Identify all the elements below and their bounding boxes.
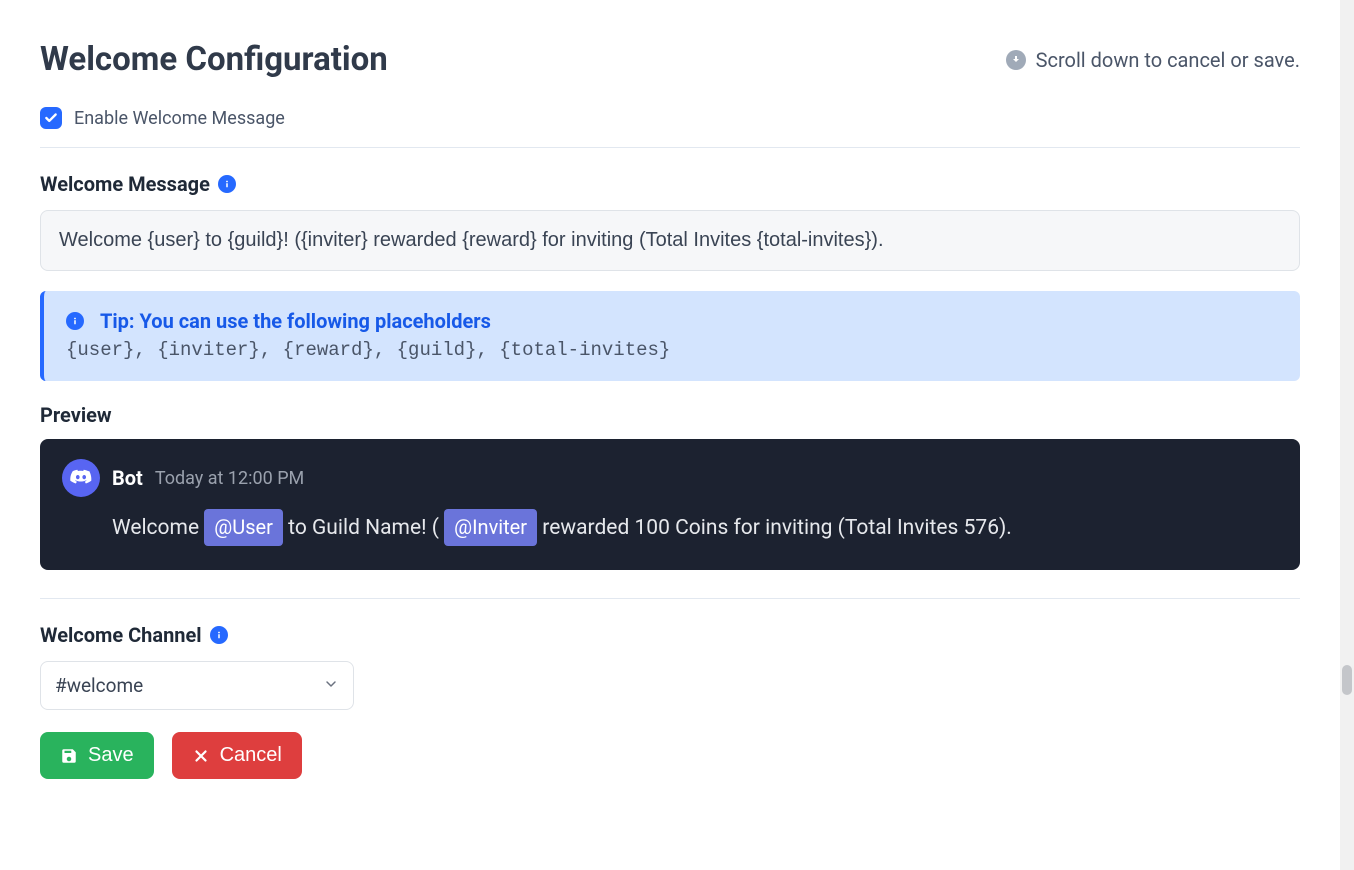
tip-box: Tip: You can use the following placehold… xyxy=(40,291,1300,381)
save-button-label: Save xyxy=(88,744,134,767)
scrollbar-thumb[interactable] xyxy=(1342,665,1352,695)
select-value: #welcome xyxy=(55,674,143,697)
scrollbar[interactable] xyxy=(1340,0,1354,870)
preview-label: Preview xyxy=(40,403,1300,427)
preview-box: Bot Today at 12:00 PM Welcome @User to G… xyxy=(40,439,1300,570)
info-icon[interactable] xyxy=(210,626,228,644)
save-button[interactable]: Save xyxy=(40,732,154,779)
preview-message: Welcome @User to Guild Name! ( @Inviter … xyxy=(62,509,1278,546)
scroll-hint-text: Scroll down to cancel or save. xyxy=(1036,48,1300,72)
chevron-down-icon xyxy=(323,674,339,697)
tip-body: {user}, {inviter}, {reward}, {guild}, {t… xyxy=(66,339,1278,361)
bot-timestamp: Today at 12:00 PM xyxy=(155,468,304,489)
tip-title: Tip: You can use the following placehold… xyxy=(100,309,491,333)
preview-text: Welcome xyxy=(112,516,204,540)
welcome-message-label: Welcome Message xyxy=(40,172,210,196)
preview-text: to Guild Name! ( xyxy=(288,516,444,540)
divider xyxy=(40,598,1300,599)
page-title: Welcome Configuration xyxy=(40,40,388,79)
scroll-hint: Scroll down to cancel or save. xyxy=(1006,48,1300,72)
button-row: Save Cancel xyxy=(40,732,1300,779)
welcome-message-label-row: Welcome Message xyxy=(40,172,1300,196)
preview-text: rewarded 100 Coins for inviting (Total I… xyxy=(542,516,1012,540)
enable-row: Enable Welcome Message xyxy=(40,107,1300,129)
bot-name: Bot xyxy=(112,466,143,490)
divider xyxy=(40,147,1300,148)
cancel-button-label: Cancel xyxy=(220,744,282,767)
discord-icon xyxy=(62,459,100,497)
enable-label: Enable Welcome Message xyxy=(74,108,285,129)
mention-user: @User xyxy=(204,509,283,546)
header-row: Welcome Configuration Scroll down to can… xyxy=(40,40,1300,79)
info-icon xyxy=(66,312,84,330)
cancel-button[interactable]: Cancel xyxy=(172,732,302,779)
save-icon xyxy=(60,747,78,765)
arrow-down-circle-icon xyxy=(1006,50,1026,70)
welcome-channel-label-row: Welcome Channel xyxy=(40,623,1300,647)
welcome-channel-select[interactable]: #welcome xyxy=(40,661,354,710)
info-icon[interactable] xyxy=(218,175,236,193)
close-icon xyxy=(192,747,210,765)
welcome-message-input[interactable] xyxy=(40,210,1300,271)
mention-inviter: @Inviter xyxy=(444,509,537,546)
enable-checkbox[interactable] xyxy=(40,107,62,129)
welcome-channel-label: Welcome Channel xyxy=(40,623,202,647)
